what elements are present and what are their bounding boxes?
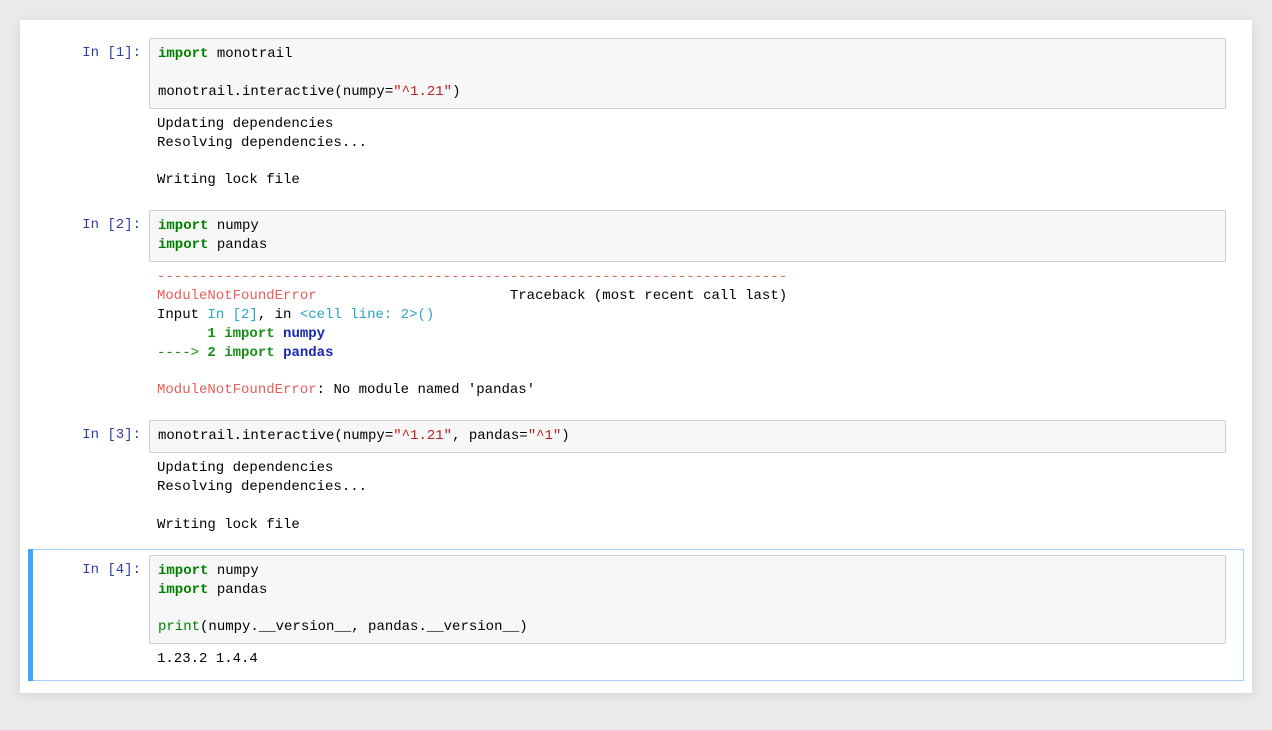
output-area: Updating dependencies Resolving dependen… <box>149 109 1226 197</box>
input-area: import numpy import pandas <box>149 210 1226 262</box>
input-prompt: In [2]: <box>29 210 149 235</box>
input-row: In [1]:import monotrail monotrail.intera… <box>29 38 1238 109</box>
input-area: import numpy import pandas print(numpy._… <box>149 555 1226 645</box>
input-prompt: In [3]: <box>29 420 149 445</box>
input-row: In [3]:monotrail.interactive(numpy="^1.2… <box>29 420 1238 453</box>
code-input[interactable]: import numpy import pandas <box>149 210 1226 262</box>
output-prompt <box>29 453 149 459</box>
input-prompt: In [1]: <box>29 38 149 63</box>
output-prompt <box>29 262 149 268</box>
output-row: Updating dependencies Resolving dependen… <box>29 453 1238 541</box>
notebook: In [1]:import monotrail monotrail.intera… <box>20 20 1252 693</box>
code-input[interactable]: import monotrail monotrail.interactive(n… <box>149 38 1226 109</box>
output-prompt <box>29 644 149 650</box>
output-prompt <box>29 109 149 115</box>
cell-output: Updating dependencies Resolving dependen… <box>149 453 1226 541</box>
input-area: import monotrail monotrail.interactive(n… <box>149 38 1226 109</box>
cell-output: ----------------------------------------… <box>149 262 1226 406</box>
output-row: ----------------------------------------… <box>29 262 1238 406</box>
input-area: monotrail.interactive(numpy="^1.21", pan… <box>149 420 1226 453</box>
code-cell[interactable]: In [2]:import numpy import pandas-------… <box>28 204 1244 412</box>
output-area: ----------------------------------------… <box>149 262 1226 406</box>
output-area: Updating dependencies Resolving dependen… <box>149 453 1226 541</box>
code-input[interactable]: monotrail.interactive(numpy="^1.21", pan… <box>149 420 1226 453</box>
code-input[interactable]: import numpy import pandas print(numpy._… <box>149 555 1226 645</box>
output-area: 1.23.2 1.4.4 <box>149 644 1226 675</box>
input-prompt: In [4]: <box>29 555 149 580</box>
output-row: Updating dependencies Resolving dependen… <box>29 109 1238 197</box>
code-cell[interactable]: In [1]:import monotrail monotrail.intera… <box>28 32 1244 202</box>
code-cell[interactable]: In [4]:import numpy import pandas print(… <box>28 549 1244 681</box>
output-row: 1.23.2 1.4.4 <box>29 644 1238 675</box>
input-row: In [2]:import numpy import pandas <box>29 210 1238 262</box>
code-cell[interactable]: In [3]:monotrail.interactive(numpy="^1.2… <box>28 414 1244 546</box>
input-row: In [4]:import numpy import pandas print(… <box>29 555 1238 645</box>
cell-output: 1.23.2 1.4.4 <box>149 644 1226 675</box>
cell-output: Updating dependencies Resolving dependen… <box>149 109 1226 197</box>
